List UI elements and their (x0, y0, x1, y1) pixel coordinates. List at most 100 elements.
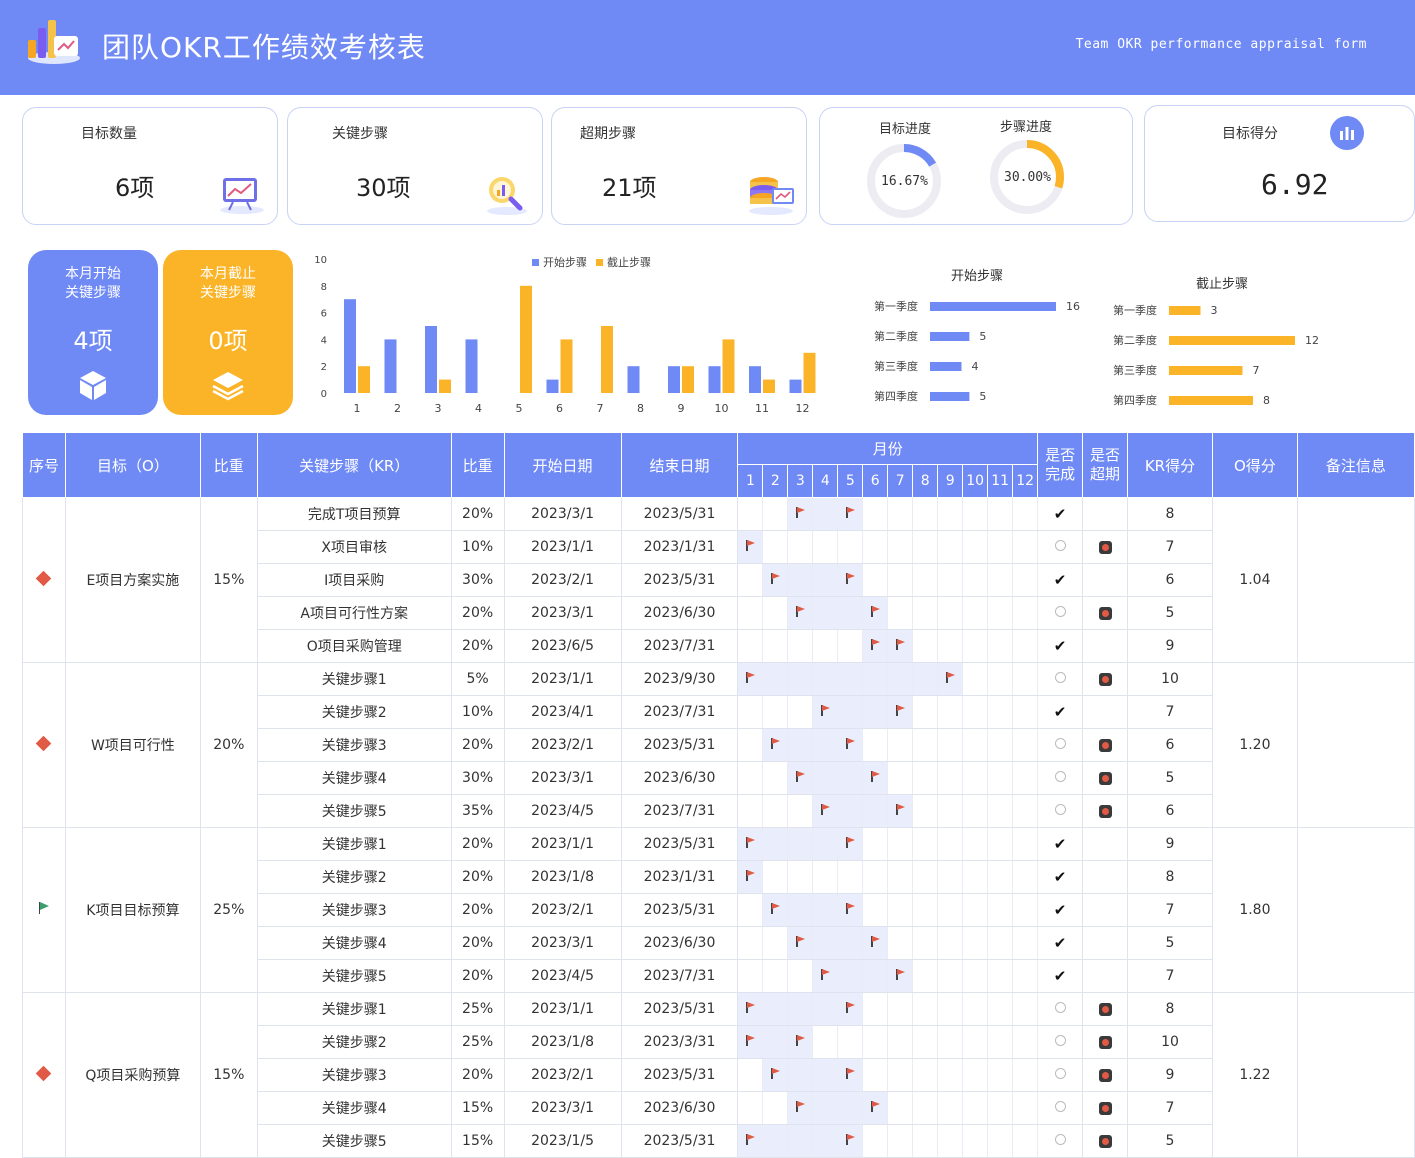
month-cell-12 (1012, 1025, 1039, 1059)
done-cell (1037, 992, 1084, 1026)
month-cell-4 (812, 827, 839, 861)
kr-weight: 25% (450, 992, 505, 1026)
month-cell-12 (1012, 1091, 1039, 1125)
goal-name: K项目目标预算 (64, 827, 201, 993)
month-cell-9 (937, 860, 964, 894)
overdue-cell (1082, 959, 1129, 993)
month-cell-9 (937, 563, 964, 597)
kr-weight: 20% (450, 1058, 505, 1092)
kr-weight: 20% (450, 596, 505, 630)
value-label: 16 (1066, 300, 1080, 313)
month-cell-4 (812, 794, 839, 828)
chart-title: 开始步骤 (951, 269, 1003, 284)
x-tick-label: 6 (556, 402, 563, 415)
month-cell-9 (937, 497, 964, 531)
month-cell-5 (837, 1058, 864, 1092)
month-cell-12 (1012, 926, 1039, 960)
okr-table: 序号 目标（O） 比重 关键步骤（KR） 比重 开始日期 结束日期 月份 是否完… (22, 432, 1415, 1158)
bar-start (425, 326, 437, 393)
overdue-record-icon (1098, 672, 1112, 686)
category-label: 第一季度 (1113, 303, 1157, 317)
month-cell-2 (762, 629, 789, 663)
col-header-over: 是否超期 (1082, 432, 1129, 498)
month-cell-2 (762, 596, 789, 630)
month-cell-10 (962, 563, 989, 597)
month-cell-6 (862, 1058, 889, 1092)
month-cell-7 (887, 497, 914, 531)
month-cell-9 (937, 827, 964, 861)
red-diamond-icon (36, 1065, 52, 1082)
y-tick-label: 4 (321, 335, 327, 346)
month-end-label-2: 关键步骤 (200, 285, 256, 301)
month-cell-2 (762, 992, 789, 1026)
kr-start-date: 2023/2/1 (503, 1058, 622, 1092)
month-cell-2 (762, 893, 789, 927)
empty-circle-icon (1054, 1101, 1066, 1112)
check-icon: ✔ (1053, 505, 1067, 523)
kr-end-date: 2023/6/30 (620, 1091, 739, 1125)
presentation-chart-icon (220, 178, 264, 214)
empty-circle-icon (1054, 1068, 1066, 1079)
check-icon: ✔ (1053, 637, 1067, 655)
o-score: 1.22 (1211, 992, 1298, 1158)
bar-start (668, 366, 680, 393)
overdue-record-icon (1098, 1002, 1112, 1016)
month-cell-8 (912, 1025, 939, 1059)
overdue-record-icon (1098, 1068, 1112, 1082)
month-cell-1 (737, 827, 764, 861)
x-tick-label: 11 (755, 402, 769, 415)
kr-end-date: 2023/1/31 (620, 530, 739, 564)
kr-end-date: 2023/5/31 (620, 893, 739, 927)
month-cell-9 (937, 1124, 964, 1158)
kr-weight: 20% (450, 629, 505, 663)
red-flag-icon (895, 639, 906, 650)
kr-score: 5 (1127, 761, 1213, 795)
month-cell-6 (862, 893, 889, 927)
month-cell-11 (987, 860, 1014, 894)
overdue-cell (1082, 530, 1129, 564)
header-banner: 团队OKR工作绩效考核表 Team OKR performance apprai… (0, 0, 1415, 95)
done-cell (1037, 728, 1084, 762)
red-flag-icon (770, 1068, 781, 1079)
x-tick-label: 1 (354, 402, 361, 415)
database-chart-icon (749, 177, 794, 215)
month-cell-1 (737, 926, 764, 960)
month-cell-10 (962, 1091, 989, 1125)
kr-name: 关键步骤4 (256, 1091, 452, 1125)
kr-end-date: 2023/3/31 (620, 1025, 739, 1059)
month-cell-12 (1012, 893, 1039, 927)
o-score: 1.20 (1211, 662, 1298, 828)
step-progress-label: 步骤进度 (1000, 120, 1053, 135)
y-tick-label: 0 (321, 389, 327, 400)
x-tick-label: 8 (637, 402, 644, 415)
category-label: 第三季度 (1113, 363, 1157, 377)
x-tick-label: 7 (597, 402, 604, 415)
col-header-kr-score: KR得分 (1127, 432, 1213, 498)
month-cell-9 (937, 1025, 964, 1059)
month-cell-6 (862, 530, 889, 564)
month-cell-6 (862, 860, 889, 894)
month-cell-7 (887, 596, 914, 630)
kr-end-date: 2023/6/30 (620, 761, 739, 795)
overdue-record-icon (1098, 1134, 1112, 1148)
done-cell (1037, 1091, 1084, 1125)
green-flag-icon (38, 902, 50, 914)
month-cell-10 (962, 497, 989, 531)
overdue-cell (1082, 1058, 1129, 1092)
month-cell-2 (762, 563, 789, 597)
quarter-bar (1169, 396, 1253, 405)
month-cell-12 (1012, 860, 1039, 894)
kr-score: 7 (1127, 695, 1213, 729)
month-cell-11 (987, 596, 1014, 630)
month-cell-3 (787, 497, 814, 531)
overdue-steps-label: 超期步骤 (580, 126, 636, 142)
goal-count-label: 目标数量 (81, 126, 137, 142)
month-cell-3 (787, 1025, 814, 1059)
kr-start-date: 2023/4/5 (503, 959, 622, 993)
bar-start (384, 339, 397, 393)
month-cell-12 (1012, 530, 1039, 564)
x-tick-label: 2 (394, 402, 401, 415)
table-row: E项目方案实施 15% 完成T项目预算 20% 2023/3/1 2023/5/31 ✔ 8 1… (22, 497, 1415, 663)
kr-weight: 20% (450, 827, 505, 861)
month-cell-4 (812, 530, 839, 564)
